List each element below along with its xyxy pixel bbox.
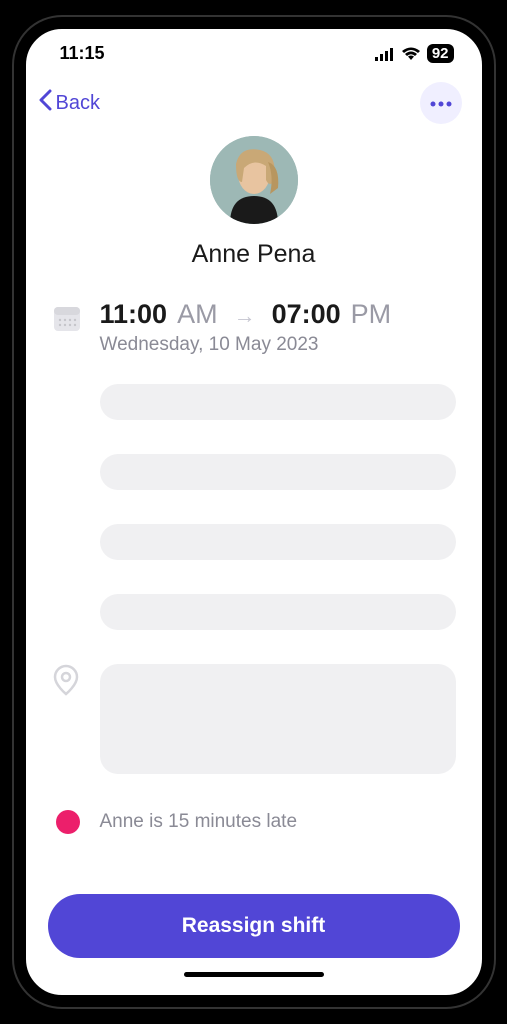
late-status-row: Anne is 15 minutes late bbox=[52, 810, 456, 834]
status-bar: 11:15 92 bbox=[26, 29, 482, 72]
end-time: 07:00 bbox=[272, 299, 341, 330]
skeleton-row bbox=[100, 524, 456, 560]
skeleton-section bbox=[100, 384, 456, 630]
location-pin-icon bbox=[52, 664, 82, 694]
status-text: Anne is 15 minutes late bbox=[100, 811, 298, 833]
status-indicator-dot bbox=[56, 810, 80, 834]
shift-time-row: 11:00 AM → 07:00 PM Wednesday, 10 May 20… bbox=[52, 299, 456, 356]
battery-level: 92 bbox=[432, 45, 449, 62]
reassign-shift-button[interactable]: Reassign shift bbox=[48, 894, 460, 958]
cellular-signal-icon bbox=[375, 47, 395, 61]
shift-time-line: 11:00 AM → 07:00 PM bbox=[100, 299, 456, 330]
back-label: Back bbox=[56, 92, 100, 115]
avatar[interactable] bbox=[210, 136, 298, 224]
profile-section: Anne Pena bbox=[26, 132, 482, 281]
location-skeleton bbox=[100, 664, 456, 774]
wifi-icon bbox=[401, 47, 421, 61]
home-indicator[interactable] bbox=[184, 972, 324, 977]
end-period: PM bbox=[351, 299, 392, 330]
phone-frame: 11:15 92 Back bbox=[14, 17, 494, 1007]
nav-bar: Back bbox=[26, 72, 482, 132]
skeleton-row bbox=[100, 454, 456, 490]
start-time: 11:00 bbox=[100, 299, 168, 330]
profile-name: Anne Pena bbox=[192, 240, 316, 269]
arrow-right-icon: → bbox=[228, 303, 262, 329]
status-time: 11:15 bbox=[60, 43, 105, 64]
content-area: 11:00 AM → 07:00 PM Wednesday, 10 May 20… bbox=[26, 281, 482, 834]
chevron-left-icon bbox=[38, 89, 54, 117]
skeleton-row bbox=[100, 594, 456, 630]
status-right: 92 bbox=[375, 44, 454, 63]
skeleton-row bbox=[100, 384, 456, 420]
start-period: AM bbox=[177, 299, 218, 330]
bottom-area: Reassign shift bbox=[26, 894, 482, 995]
location-row bbox=[52, 664, 456, 774]
calendar-icon bbox=[52, 303, 82, 333]
shift-date: Wednesday, 10 May 2023 bbox=[100, 334, 456, 356]
shift-time-details: 11:00 AM → 07:00 PM Wednesday, 10 May 20… bbox=[100, 299, 456, 356]
more-options-button[interactable] bbox=[420, 82, 462, 124]
back-button[interactable]: Back bbox=[38, 89, 100, 117]
ellipsis-icon bbox=[430, 94, 452, 112]
battery-icon: 92 bbox=[427, 44, 454, 63]
